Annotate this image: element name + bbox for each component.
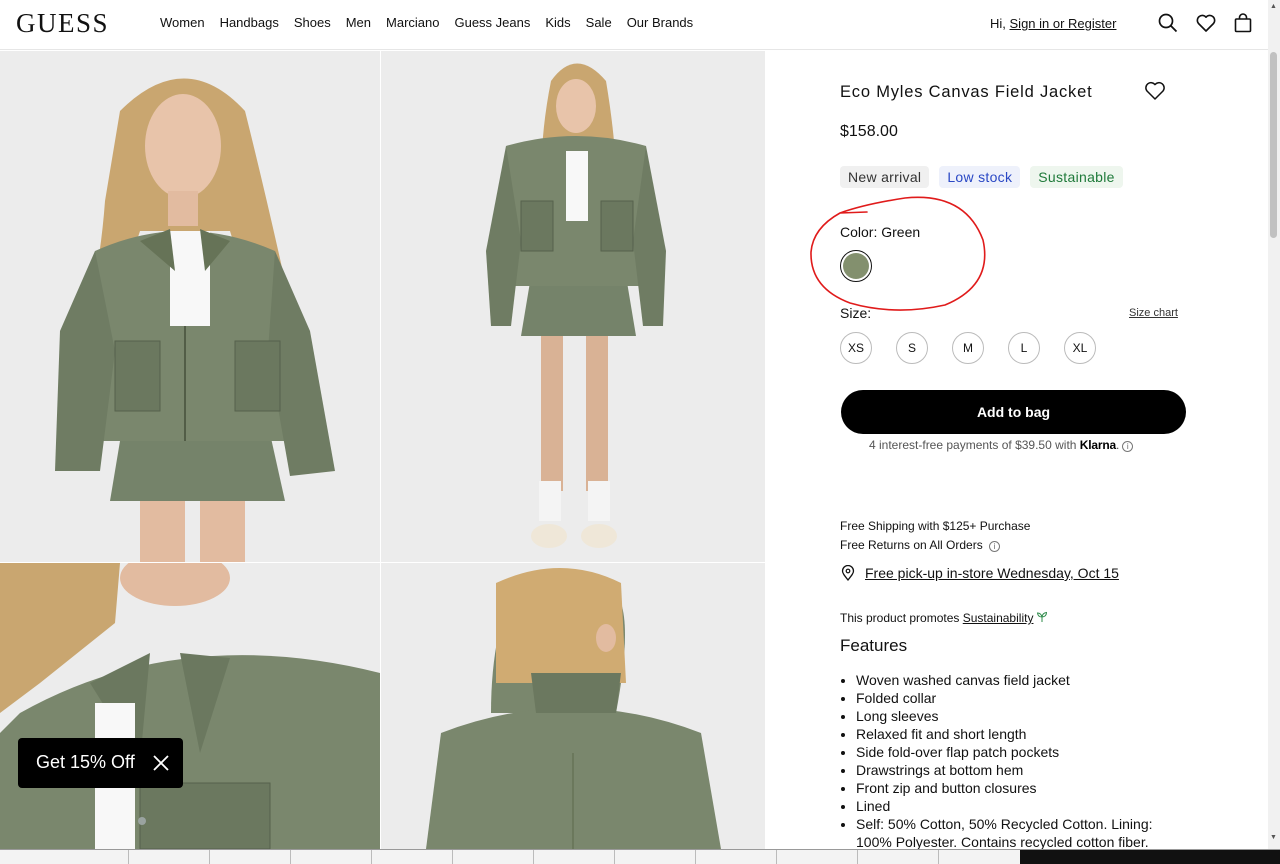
product-image-full-body[interactable] xyxy=(381,51,765,562)
product-image-back[interactable] xyxy=(381,563,765,849)
klarna-installments: 4 interest-free payments of $39.50 with … xyxy=(869,438,1134,452)
scrollbar-thumb[interactable] xyxy=(1270,52,1277,238)
product-badges: New arrival Low stock Sustainable xyxy=(840,166,1123,188)
strip-divider xyxy=(776,850,777,864)
promotes-text: This product promotes xyxy=(840,611,960,625)
feature-item: Long sleeves xyxy=(856,707,1191,725)
bottom-strip xyxy=(0,849,1280,864)
feature-item: Lined xyxy=(856,797,1191,815)
feature-item: Woven washed canvas field jacket xyxy=(856,671,1191,689)
feature-item: Folded collar xyxy=(856,689,1191,707)
klarna-logo: Klarna xyxy=(1079,438,1116,452)
strip-divider xyxy=(938,850,939,864)
feature-item: Relaxed fit and short length xyxy=(856,725,1191,743)
nav-handbags[interactable]: Handbags xyxy=(220,15,279,30)
badge-sustainable: Sustainable xyxy=(1030,166,1123,188)
sprout-icon xyxy=(1037,611,1048,622)
account-greeting: Hi, Sign in or Register xyxy=(990,16,1116,31)
sustainability-link[interactable]: Sustainability xyxy=(963,611,1034,625)
size-s-button[interactable]: S xyxy=(896,332,928,364)
sustainability-promo: This product promotes Sustainability xyxy=(840,611,1048,625)
strip-divider xyxy=(209,850,210,864)
strip-divider xyxy=(614,850,615,864)
strip-divider xyxy=(857,850,858,864)
badge-low-stock: Low stock xyxy=(939,166,1021,188)
product-image-detail-front[interactable] xyxy=(0,563,380,849)
guess-logo[interactable]: GUESS xyxy=(16,8,109,39)
strip-divider xyxy=(371,850,372,864)
scroll-up-arrow-icon[interactable]: ▲ xyxy=(1270,3,1277,10)
size-label: Size: xyxy=(840,305,872,321)
location-pin-icon xyxy=(841,565,855,581)
product-price: $158.00 xyxy=(840,123,898,140)
close-icon[interactable] xyxy=(152,754,170,772)
size-chart-link[interactable]: Size chart xyxy=(1129,307,1178,319)
nav-guess-jeans[interactable]: Guess Jeans xyxy=(454,15,530,30)
discount-promo-banner[interactable]: Get 15% Off xyxy=(18,738,183,788)
badge-new-arrival: New arrival xyxy=(840,166,930,188)
features-heading: Features xyxy=(840,636,908,655)
strip-divider xyxy=(290,850,291,864)
klarna-text: 4 interest-free payments of $39.50 with xyxy=(869,438,1077,452)
nav-kids[interactable]: Kids xyxy=(545,15,570,30)
store-pickup-link[interactable]: Free pick-up in-store Wednesday, Oct 15 xyxy=(865,565,1119,581)
feature-item: Side fold-over flap patch pockets xyxy=(856,743,1191,761)
sign-in-link[interactable]: Sign in or Register xyxy=(1010,16,1117,31)
size-options: XS S M L XL xyxy=(840,332,1096,364)
strip-dark-section xyxy=(1020,850,1280,864)
klarna-info-icon[interactable]: i xyxy=(1122,441,1134,452)
wishlist-heart-icon[interactable] xyxy=(1195,12,1217,34)
strip-divider xyxy=(452,850,453,864)
size-xs-button[interactable]: XS xyxy=(840,332,872,364)
strip-divider xyxy=(695,850,696,864)
size-m-button[interactable]: M xyxy=(952,332,984,364)
size-xl-button[interactable]: XL xyxy=(1064,332,1096,364)
nav-sale[interactable]: Sale xyxy=(586,15,612,30)
site-header: GUESS Women Handbags Shoes Men Marciano … xyxy=(0,0,1268,50)
search-icon[interactable] xyxy=(1157,12,1179,34)
page-scrollbar[interactable]: ▲ ▼ xyxy=(1268,0,1280,849)
red-circle-annotation xyxy=(810,196,986,311)
feature-item: Self: 50% Cotton, 50% Recycled Cotton. L… xyxy=(856,815,1191,851)
nav-marciano[interactable]: Marciano xyxy=(386,15,439,30)
returns-info-icon[interactable]: i xyxy=(989,541,1001,552)
free-returns-text: Free Returns on All Orders xyxy=(840,538,983,552)
strip-divider xyxy=(533,850,534,864)
nav-men[interactable]: Men xyxy=(346,15,371,30)
nav-our-brands[interactable]: Our Brands xyxy=(627,15,693,30)
size-l-button[interactable]: L xyxy=(1008,332,1040,364)
shopping-bag-icon[interactable] xyxy=(1232,12,1254,34)
greeting-text: Hi, xyxy=(990,16,1006,31)
product-image-front-closeup[interactable] xyxy=(0,51,380,562)
feature-item: Drawstrings at bottom hem xyxy=(856,761,1191,779)
nav-shoes[interactable]: Shoes xyxy=(294,15,331,30)
free-shipping-text: Free Shipping with $125+ Purchase xyxy=(840,519,1031,533)
strip-divider xyxy=(128,850,129,864)
main-nav: Women Handbags Shoes Men Marciano Guess … xyxy=(160,15,708,30)
product-gallery xyxy=(0,51,765,849)
promo-text[interactable]: Get 15% Off xyxy=(36,752,135,773)
nav-women[interactable]: Women xyxy=(160,15,205,30)
feature-item: Front zip and button closures xyxy=(856,779,1191,797)
free-returns: Free Returns on All Orders i xyxy=(840,538,1001,552)
add-to-bag-button[interactable]: Add to bag xyxy=(841,390,1186,434)
add-to-wishlist-heart-icon[interactable] xyxy=(1144,81,1166,101)
scroll-down-arrow-icon[interactable]: ▼ xyxy=(1270,834,1277,841)
product-title: Eco Myles Canvas Field Jacket xyxy=(840,83,1093,101)
features-list: Woven washed canvas field jacket Folded … xyxy=(856,671,1191,851)
